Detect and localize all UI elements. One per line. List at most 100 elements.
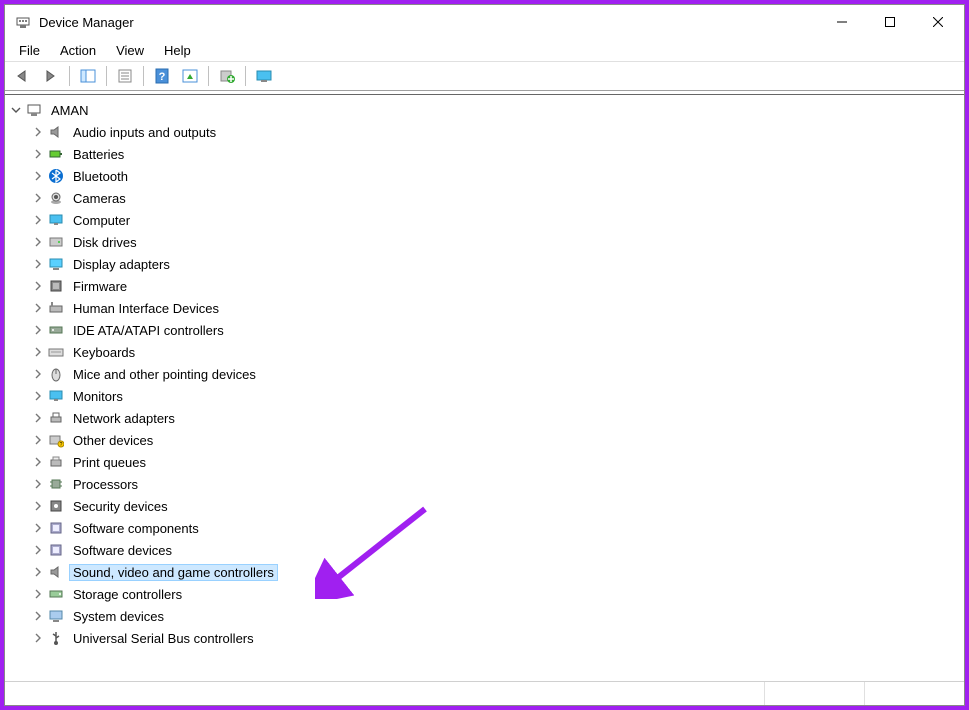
tree-node[interactable]: Storage controllers [31, 583, 964, 605]
help-button[interactable]: ? [150, 64, 174, 88]
maximize-button[interactable] [866, 5, 914, 39]
tree-node[interactable]: Software devices [31, 539, 964, 561]
tree-node[interactable]: Batteries [31, 143, 964, 165]
expander-closed-icon[interactable] [31, 521, 45, 535]
keyboard-icon [47, 343, 65, 361]
tree-node-label: Cameras [69, 190, 130, 207]
minimize-button[interactable] [818, 5, 866, 39]
expander-closed-icon[interactable] [31, 477, 45, 491]
expander-closed-icon[interactable] [31, 125, 45, 139]
show-hide-console-tree-button[interactable] [76, 64, 100, 88]
menubar: File Action View Help [5, 39, 964, 61]
other-icon: ? [47, 431, 65, 449]
tree-node-label: Audio inputs and outputs [69, 124, 220, 141]
scan-hardware-button[interactable] [252, 64, 276, 88]
toolbar-separator [208, 66, 209, 86]
tree-node[interactable]: Processors [31, 473, 964, 495]
tree-node-label: Monitors [69, 388, 127, 405]
tree-node[interactable]: Display adapters [31, 253, 964, 275]
menu-action[interactable]: Action [50, 41, 106, 60]
tree-node-label: Software components [69, 520, 203, 537]
disk-icon [47, 233, 65, 251]
tree-node-label: IDE ATA/ATAPI controllers [69, 322, 228, 339]
tree-node[interactable]: Bluetooth [31, 165, 964, 187]
menu-file[interactable]: File [9, 41, 50, 60]
menu-help[interactable]: Help [154, 41, 201, 60]
tree-node-label: Computer [69, 212, 134, 229]
uninstall-device-button[interactable] [215, 64, 239, 88]
update-driver-button[interactable] [178, 64, 202, 88]
window-title: Device Manager [39, 15, 818, 30]
properties-button[interactable] [113, 64, 137, 88]
tree-node-label: Sound, video and game controllers [69, 564, 278, 581]
device-manager-icon [15, 14, 31, 30]
toolbar-separator [245, 66, 246, 86]
expander-closed-icon[interactable] [31, 367, 45, 381]
toolbar-separator [106, 66, 107, 86]
tree-node[interactable]: IDE ATA/ATAPI controllers [31, 319, 964, 341]
tree-node[interactable]: Computer [31, 209, 964, 231]
expander-closed-icon[interactable] [31, 587, 45, 601]
expander-closed-icon[interactable] [31, 323, 45, 337]
expander-closed-icon[interactable] [31, 433, 45, 447]
expander-closed-icon[interactable] [31, 609, 45, 623]
expander-closed-icon[interactable] [31, 257, 45, 271]
menu-view[interactable]: View [106, 41, 154, 60]
tree-node[interactable]: Audio inputs and outputs [31, 121, 964, 143]
software-icon [47, 519, 65, 537]
tree-node[interactable]: Cameras [31, 187, 964, 209]
tree-node[interactable]: System devices [31, 605, 964, 627]
status-cell [864, 682, 964, 705]
expander-closed-icon[interactable] [31, 147, 45, 161]
expander-closed-icon[interactable] [31, 191, 45, 205]
tree-node-label: Security devices [69, 498, 172, 515]
expander-closed-icon[interactable] [31, 301, 45, 315]
expander-closed-icon[interactable] [31, 213, 45, 227]
ide-icon [47, 321, 65, 339]
tree-node[interactable]: Universal Serial Bus controllers [31, 627, 964, 649]
expander-closed-icon[interactable] [31, 565, 45, 579]
tree-node-label: Keyboards [69, 344, 139, 361]
expander-closed-icon[interactable] [31, 345, 45, 359]
expander-closed-icon[interactable] [31, 279, 45, 293]
tree-node[interactable]: Network adapters [31, 407, 964, 429]
tree-node[interactable]: Disk drives [31, 231, 964, 253]
expander-closed-icon[interactable] [31, 631, 45, 645]
tree-node[interactable]: Human Interface Devices [31, 297, 964, 319]
speaker-icon [47, 563, 65, 581]
expander-closed-icon[interactable] [31, 455, 45, 469]
expander-closed-icon[interactable] [31, 389, 45, 403]
storage-icon [47, 585, 65, 603]
tree-node[interactable]: Print queues [31, 451, 964, 473]
tree-node-label: Disk drives [69, 234, 141, 251]
usb-icon [47, 629, 65, 647]
tree-node[interactable]: Software components [31, 517, 964, 539]
close-button[interactable] [914, 5, 962, 39]
tree-node[interactable]: Mice and other pointing devices [31, 363, 964, 385]
forward-button[interactable] [39, 64, 63, 88]
device-tree[interactable]: AMAN Audio inputs and outputs BatteriesBl… [5, 95, 964, 681]
expander-closed-icon[interactable] [31, 411, 45, 425]
tree-node[interactable]: Sound, video and game controllers [31, 561, 964, 583]
expander-closed-icon[interactable] [31, 543, 45, 557]
monitor-icon [47, 211, 65, 229]
system-icon [47, 607, 65, 625]
tree-node[interactable]: Security devices [31, 495, 964, 517]
tree-node[interactable]: Keyboards [31, 341, 964, 363]
expander-closed-icon[interactable] [31, 499, 45, 513]
cpu-icon [47, 475, 65, 493]
tree-node[interactable]: Monitors [31, 385, 964, 407]
software-icon [47, 541, 65, 559]
svg-text:?: ? [60, 442, 63, 448]
expander-closed-icon[interactable] [31, 235, 45, 249]
expander-open-icon[interactable] [9, 103, 23, 117]
tree-node-label: Firmware [69, 278, 131, 295]
expander-closed-icon[interactable] [31, 169, 45, 183]
tree-root-node[interactable]: AMAN [9, 99, 964, 121]
camera-icon [47, 189, 65, 207]
tree-node[interactable]: Firmware [31, 275, 964, 297]
back-button[interactable] [11, 64, 35, 88]
tree-node[interactable]: ?Other devices [31, 429, 964, 451]
display-icon [47, 255, 65, 273]
speaker-icon [47, 123, 65, 141]
